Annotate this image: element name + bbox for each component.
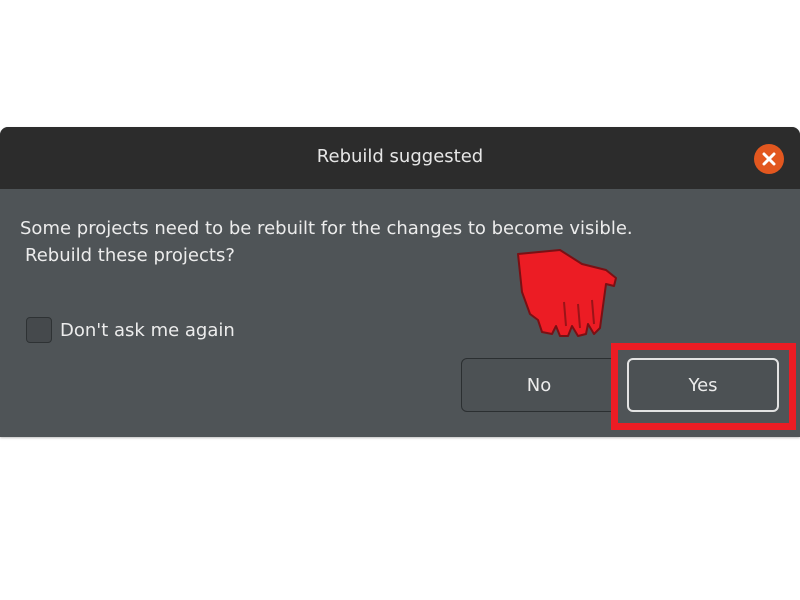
dialog-titlebar: Rebuild suggested: [0, 127, 800, 189]
rebuild-dialog: Rebuild suggested Some projects need to …: [0, 127, 800, 437]
no-button[interactable]: No: [461, 358, 617, 412]
dont-ask-again-label: Don't ask me again: [60, 319, 235, 341]
dialog-title: Rebuild suggested: [316, 146, 484, 167]
yes-button[interactable]: Yes: [627, 358, 779, 412]
dont-ask-again-checkbox[interactable]: [26, 317, 52, 343]
screen: Rebuild suggested Some projects need to …: [0, 0, 800, 600]
close-icon: [762, 152, 776, 166]
message-line-2: Rebuild these projects?: [25, 245, 235, 266]
dont-ask-again-option[interactable]: Don't ask me again: [26, 317, 235, 343]
message-line-1: Some projects need to be rebuilt for the…: [20, 218, 633, 239]
close-button[interactable]: [754, 144, 784, 174]
dialog-message: Some projects need to be rebuilt for the…: [20, 215, 633, 269]
